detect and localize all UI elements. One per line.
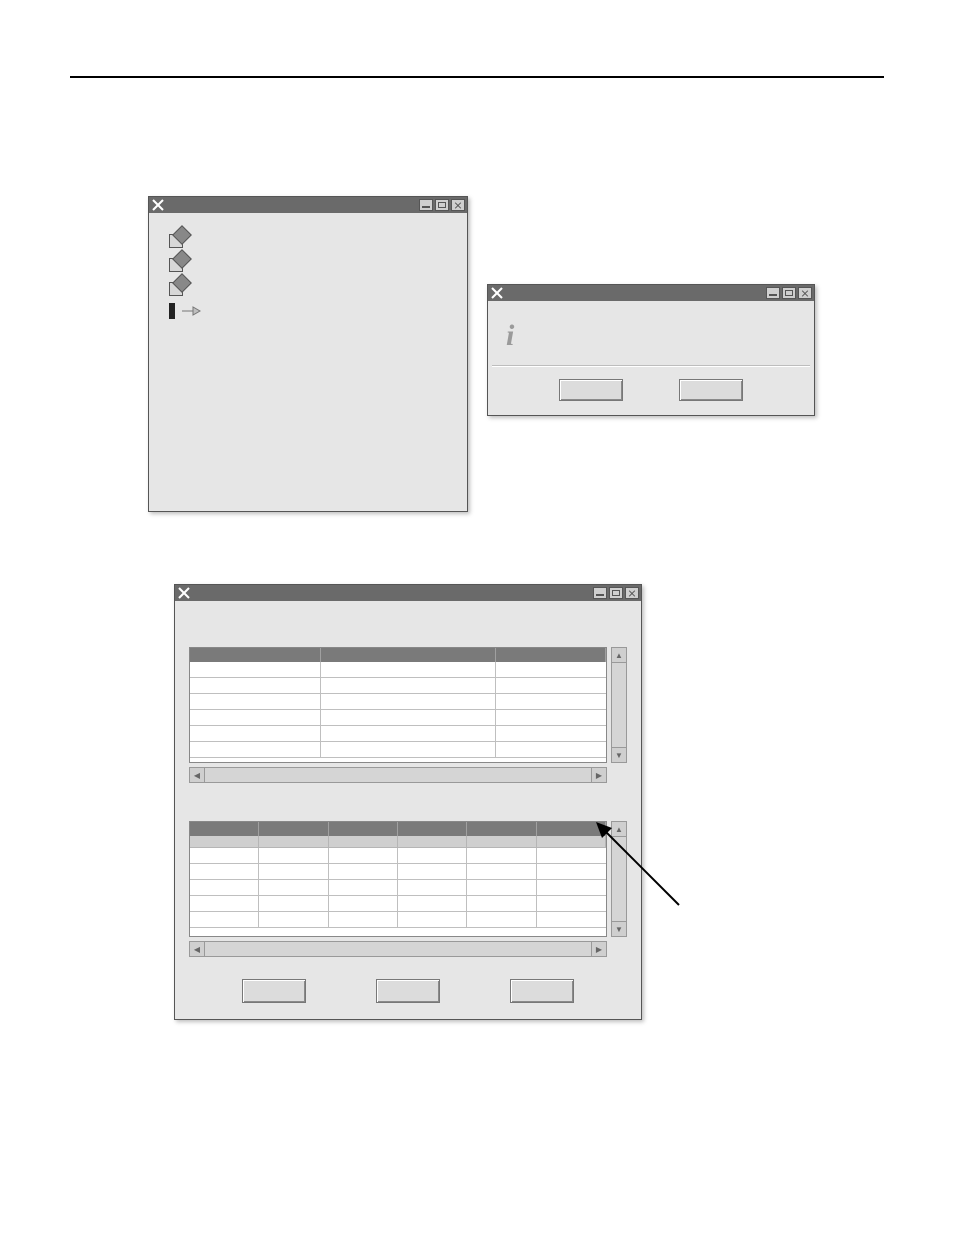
button-row xyxy=(175,979,641,1003)
divider xyxy=(492,365,810,367)
column-header[interactable] xyxy=(321,648,496,662)
window-body xyxy=(149,213,467,511)
column-header[interactable] xyxy=(190,822,259,836)
info-dialog: i xyxy=(487,284,815,416)
checkbox-edit-icon xyxy=(169,254,187,272)
column-header[interactable] xyxy=(496,648,606,662)
vertical-scrollbar[interactable]: ▲ ▼ xyxy=(611,647,627,763)
table-header-row xyxy=(190,648,606,662)
dialog-button-1[interactable] xyxy=(559,379,623,401)
tree-item[interactable] xyxy=(169,275,207,299)
titlebar-system-icon xyxy=(151,198,165,212)
dialog-body: i xyxy=(488,301,814,415)
window-body: ▲ ▼ ◀ ▶ xyxy=(175,601,641,1019)
titlebar[interactable] xyxy=(175,585,641,601)
table-row[interactable] xyxy=(190,864,606,880)
table-row[interactable] xyxy=(190,694,606,710)
dialog-button-2[interactable] xyxy=(679,379,743,401)
close-button[interactable] xyxy=(798,287,812,299)
checkbox-edit-icon xyxy=(169,278,187,296)
scroll-down-icon[interactable]: ▼ xyxy=(612,921,626,936)
titlebar-system-icon xyxy=(177,586,191,600)
table-row[interactable] xyxy=(190,912,606,928)
minimize-button[interactable] xyxy=(419,199,433,211)
scroll-left-icon[interactable]: ◀ xyxy=(190,942,205,956)
table-body xyxy=(190,848,606,928)
column-header[interactable] xyxy=(329,822,398,836)
info-icon: i xyxy=(506,319,514,353)
top-table xyxy=(189,647,607,763)
table-row[interactable] xyxy=(190,726,606,742)
tree-item[interactable] xyxy=(169,251,207,275)
table-row[interactable] xyxy=(190,662,606,678)
column-header[interactable] xyxy=(259,822,328,836)
action-button-3[interactable] xyxy=(510,979,574,1003)
page-header-rule xyxy=(70,76,884,78)
column-header[interactable] xyxy=(537,822,606,836)
maximize-button[interactable] xyxy=(782,287,796,299)
titlebar-system-icon xyxy=(490,286,504,300)
close-button[interactable] xyxy=(625,587,639,599)
table-subheader-row xyxy=(190,836,606,848)
scroll-right-icon[interactable]: ▶ xyxy=(591,942,606,956)
bottom-table-area: ▲ ▼ ◀ ▶ xyxy=(189,821,627,981)
scroll-up-icon[interactable]: ▲ xyxy=(612,822,626,837)
close-button[interactable] xyxy=(451,199,465,211)
tree-item-current[interactable] xyxy=(169,299,207,323)
pointer-hand-icon xyxy=(181,304,201,318)
table-row[interactable] xyxy=(190,710,606,726)
maximize-button[interactable] xyxy=(435,199,449,211)
table-row[interactable] xyxy=(190,742,606,758)
column-header[interactable] xyxy=(467,822,536,836)
checkbox-edit-icon xyxy=(169,230,187,248)
table-row[interactable] xyxy=(190,848,606,864)
scroll-up-icon[interactable]: ▲ xyxy=(612,648,626,663)
table-row[interactable] xyxy=(190,896,606,912)
scroll-right-icon[interactable]: ▶ xyxy=(591,768,606,782)
minimize-button[interactable] xyxy=(593,587,607,599)
tree-item-list xyxy=(169,227,207,323)
table-row[interactable] xyxy=(190,880,606,896)
cursor-marker-icon xyxy=(169,303,175,319)
maximize-button[interactable] xyxy=(609,587,623,599)
tree-item[interactable] xyxy=(169,227,207,251)
bottom-table xyxy=(189,821,607,937)
column-header[interactable] xyxy=(398,822,467,836)
tree-window xyxy=(148,196,468,512)
vertical-scrollbar[interactable]: ▲ ▼ xyxy=(611,821,627,937)
action-button-2[interactable] xyxy=(376,979,440,1003)
action-button-1[interactable] xyxy=(242,979,306,1003)
table-row[interactable] xyxy=(190,678,606,694)
scroll-left-icon[interactable]: ◀ xyxy=(190,768,205,782)
column-header[interactable] xyxy=(190,648,321,662)
table-header-row xyxy=(190,822,606,836)
top-table-area: ▲ ▼ ◀ ▶ xyxy=(189,647,627,807)
scroll-down-icon[interactable]: ▼ xyxy=(612,747,626,762)
minimize-button[interactable] xyxy=(766,287,780,299)
horizontal-scrollbar[interactable]: ◀ ▶ xyxy=(189,941,607,957)
titlebar[interactable] xyxy=(488,285,814,301)
table-window: ▲ ▼ ◀ ▶ xyxy=(174,584,642,1020)
titlebar[interactable] xyxy=(149,197,467,213)
horizontal-scrollbar[interactable]: ◀ ▶ xyxy=(189,767,607,783)
table-body xyxy=(190,662,606,758)
